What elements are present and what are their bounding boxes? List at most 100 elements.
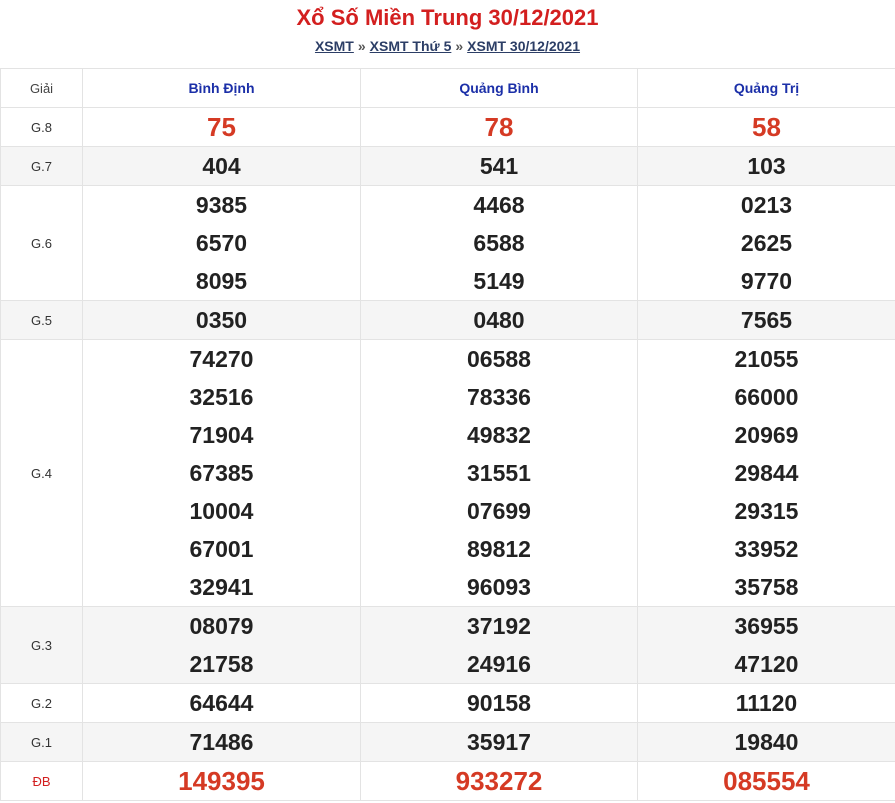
result-number: 541 bbox=[479, 153, 519, 179]
results-table: Giải Bình Định Quảng Bình Quảng Trị G.8 7… bbox=[0, 68, 895, 801]
result-number: 6588 bbox=[473, 230, 525, 256]
prize-label: G.5 bbox=[0, 300, 83, 340]
result-number: 36955 bbox=[734, 613, 799, 639]
result-cell: 71486 bbox=[82, 722, 361, 762]
result-number: 32941 bbox=[189, 574, 254, 600]
result-number: 404 bbox=[202, 153, 241, 179]
result-number: 71486 bbox=[189, 729, 254, 755]
prize-label: G.4 bbox=[0, 339, 83, 607]
prize-column-header: Giải bbox=[0, 68, 83, 108]
result-number: 29315 bbox=[734, 498, 799, 524]
result-cell: 35917 bbox=[360, 722, 638, 762]
result-cell: 58 bbox=[637, 107, 895, 147]
result-cell: 0480 bbox=[360, 300, 638, 340]
result-number: 0480 bbox=[473, 307, 525, 333]
result-number: 35758 bbox=[734, 574, 799, 600]
result-cell: 085554 bbox=[637, 761, 895, 801]
result-number: 0213 bbox=[740, 192, 793, 218]
province-header-quang-binh[interactable]: Quảng Bình bbox=[360, 68, 638, 108]
breadcrumb-separator: » bbox=[357, 38, 366, 54]
breadcrumb-link-xsmt[interactable]: XSMT bbox=[315, 38, 354, 54]
province-header-binh-dinh[interactable]: Bình Định bbox=[82, 68, 361, 108]
result-cell: 75 bbox=[82, 107, 361, 147]
table-row: G.4 74270 32516 71904 67385 10004 67001 32941 06… bbox=[0, 339, 895, 607]
table-row: G.3 08079 21758 37192 24916 36955 47120 bbox=[0, 606, 895, 684]
result-number: 5149 bbox=[473, 268, 525, 294]
result-number: 8095 bbox=[195, 268, 248, 294]
prize-label: G.3 bbox=[0, 606, 83, 684]
result-number: 66000 bbox=[734, 384, 799, 410]
result-number: 149395 bbox=[178, 766, 265, 796]
result-cell: 7565 bbox=[637, 300, 895, 340]
prize-label: G.7 bbox=[0, 146, 83, 186]
result-number: 0350 bbox=[195, 307, 248, 333]
result-number: 32516 bbox=[189, 384, 254, 410]
result-number: 35917 bbox=[467, 729, 531, 755]
result-cell: 103 bbox=[637, 146, 895, 186]
result-number: 4468 bbox=[473, 192, 525, 218]
result-cell: 9385 6570 8095 bbox=[82, 185, 361, 301]
result-number: 6570 bbox=[195, 230, 248, 256]
result-number: 21055 bbox=[734, 346, 799, 372]
result-number: 58 bbox=[752, 112, 781, 142]
result-number: 103 bbox=[747, 153, 786, 179]
result-number: 08079 bbox=[189, 613, 254, 639]
result-number: 78 bbox=[484, 112, 514, 142]
result-cell: 11120 bbox=[637, 683, 895, 723]
result-number: 37192 bbox=[467, 613, 531, 639]
prize-label: ĐB bbox=[0, 761, 83, 801]
breadcrumb-link-xsmt-date[interactable]: XSMT 30/12/2021 bbox=[467, 38, 580, 54]
page-title: Xổ Số Miền Trung 30/12/2021 bbox=[296, 5, 599, 30]
result-number: 9770 bbox=[740, 268, 793, 294]
result-cell: 149395 bbox=[82, 761, 361, 801]
result-number: 07699 bbox=[467, 498, 531, 524]
result-number: 11120 bbox=[735, 690, 798, 716]
result-cell: 36955 47120 bbox=[637, 606, 895, 684]
result-cell: 404 bbox=[82, 146, 361, 186]
result-number: 20969 bbox=[734, 422, 799, 448]
breadcrumb: XSMT» XSMT Thứ 5» XSMT 30/12/2021 bbox=[0, 38, 895, 54]
prize-label: G.6 bbox=[0, 185, 83, 301]
result-number: 96093 bbox=[467, 574, 531, 600]
result-number: 90158 bbox=[467, 690, 531, 716]
result-cell: 4468 6588 5149 bbox=[360, 185, 638, 301]
result-number: 74270 bbox=[189, 346, 254, 372]
result-cell: 74270 32516 71904 67385 10004 67001 32941 bbox=[82, 339, 361, 607]
province-header-quang-tri: Quảng Trị bbox=[637, 68, 895, 108]
table-row: G.7 404 541 103 bbox=[0, 146, 895, 186]
result-number: 78336 bbox=[467, 384, 531, 410]
result-number: 21758 bbox=[189, 651, 254, 677]
result-number: 47120 bbox=[734, 651, 799, 677]
result-cell: 0350 bbox=[82, 300, 361, 340]
table-row: ĐB 149395 933272 085554 bbox=[0, 761, 895, 801]
breadcrumb-separator: » bbox=[455, 38, 464, 54]
result-number: 64644 bbox=[189, 690, 254, 716]
result-number: 67385 bbox=[189, 460, 254, 486]
table-header-row: Giải Bình Định Quảng Bình Quảng Trị bbox=[0, 68, 895, 108]
result-cell: 37192 24916 bbox=[360, 606, 638, 684]
table-row: G.2 64644 90158 11120 bbox=[0, 683, 895, 723]
result-cell: 933272 bbox=[360, 761, 638, 801]
result-number: 71904 bbox=[189, 422, 254, 448]
result-number: 19840 bbox=[734, 729, 799, 755]
result-number: 9385 bbox=[195, 192, 248, 218]
result-number: 33952 bbox=[734, 536, 799, 562]
result-number: 933272 bbox=[455, 766, 543, 796]
result-cell: 78 bbox=[360, 107, 638, 147]
result-cell: 64644 bbox=[82, 683, 361, 723]
page-header: Xổ Số Miền Trung 30/12/2021 XSMT» XSMT Th… bbox=[0, 0, 895, 68]
result-cell: 0213 2625 9770 bbox=[637, 185, 895, 301]
table-row: G.8 75 78 58 bbox=[0, 107, 895, 147]
prize-label: G.2 bbox=[0, 683, 83, 723]
result-number: 7565 bbox=[740, 307, 793, 333]
result-cell: 21055 66000 20969 29844 29315 33952 35758 bbox=[637, 339, 895, 607]
result-number: 2625 bbox=[740, 230, 793, 256]
result-number: 29844 bbox=[734, 460, 799, 486]
result-number: 085554 bbox=[723, 766, 810, 796]
result-number: 10004 bbox=[189, 498, 254, 524]
result-number: 31551 bbox=[467, 460, 531, 486]
breadcrumb-link-xsmt-thu5[interactable]: XSMT Thứ 5 bbox=[370, 38, 452, 54]
result-cell: 06588 78336 49832 31551 07699 89812 96093 bbox=[360, 339, 638, 607]
table-row: G.5 0350 0480 7565 bbox=[0, 300, 895, 340]
result-cell: 08079 21758 bbox=[82, 606, 361, 684]
